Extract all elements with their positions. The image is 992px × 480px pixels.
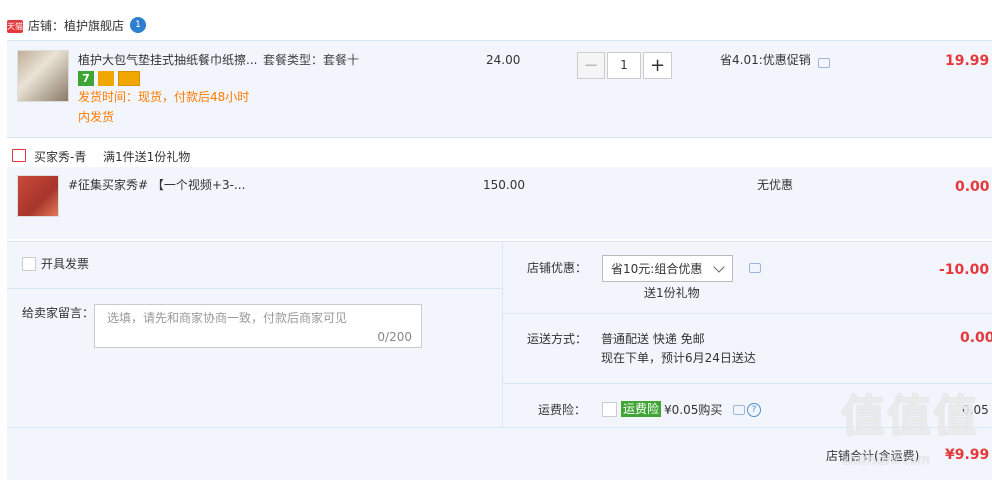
seven-day-return-icon: 7 [78,71,94,86]
chat-icon[interactable] [818,58,830,68]
shipping-eta: 现在下单，预计6月24日送达 [601,351,756,365]
insurance-checkbox[interactable] [602,402,617,417]
item-title[interactable]: 植护大包气垫挂式抽纸餐巾纸擦... [78,52,257,68]
shop-discount-gift: 送1份礼物 [644,286,700,300]
item-total: 19.99 [945,53,990,69]
divider [502,313,992,314]
shop-discount-selected: 省10元:组合优惠 [611,262,703,276]
divider [502,383,992,384]
order-options-panel [7,241,992,480]
insurance-label: 运费险： [538,403,587,417]
shop-name[interactable]: 店铺：植护旗舰店 [28,18,124,34]
ship-time-line1: 发货时间：现货，付款后48小时 [78,90,250,104]
shop-chat-badge[interactable]: 1 [130,17,146,33]
quantity-increase-button[interactable]: + [643,52,672,79]
divider [7,288,502,289]
watermark-logo: 值值值 [841,391,979,442]
tmall-badge: 天猫 [7,20,23,33]
message-input[interactable]: 选填，请先和商家协商一致，付款后商家可见 0/200 [94,304,422,348]
message-placeholder: 选填，请先和商家协商一致，付款后商家可见 [107,311,348,325]
shop-discount-select[interactable]: 省10元:组合优惠 [602,255,733,282]
divider [7,137,992,138]
watermark-url: zhizhizhi.com [842,453,930,468]
divider [502,242,503,427]
item-discount: 省4.01:优惠促销 [720,53,811,67]
insurance-tag: 运费险 [621,401,662,417]
message-count: 0/200 [377,330,412,344]
quantity-decrease-button[interactable]: − [577,52,605,79]
shipping-label: 运送方式： [527,332,588,346]
chat-icon[interactable] [733,405,745,415]
shop-discount-amount: -10.00 [939,262,990,278]
quantity-input[interactable]: 1 [607,52,641,79]
card-icon [118,71,140,86]
insurance-price: ¥0.05购买 [664,403,723,417]
gift-title[interactable]: #征集买家秀# 【一个视频+3-... [68,177,245,193]
delivery-icon [98,71,114,86]
item-unit-price: 24.00 [486,53,521,67]
item-thumbnail[interactable] [17,50,69,102]
gift-promo: 满1件送1份礼物 [103,150,191,164]
gift-icon [12,149,26,162]
item-variant: 套餐类型：套餐十 [263,53,360,67]
gift-discount: 无优惠 [757,178,794,192]
gift-header: 买家秀-青 [34,150,87,164]
shipping-amount: 0.00 [960,330,992,346]
chevron-down-icon [713,261,725,273]
chat-icon[interactable] [749,263,761,273]
shipping-method: 普通配送 快递 免邮 [601,332,705,346]
help-icon[interactable]: ? [747,403,761,417]
message-label: 给卖家留言： [22,306,95,320]
gift-unit-price: 150.00 [483,178,525,192]
invoice-label[interactable]: 开具发票 [41,256,89,272]
gift-total: 0.00 [955,179,990,195]
gift-thumbnail[interactable] [17,175,59,217]
shop-total-amount: ¥9.99 [945,447,990,463]
invoice-checkbox[interactable] [22,257,36,271]
shop-discount-label: 店铺优惠： [527,261,588,275]
ship-time-line2: 内发货 [78,110,115,124]
